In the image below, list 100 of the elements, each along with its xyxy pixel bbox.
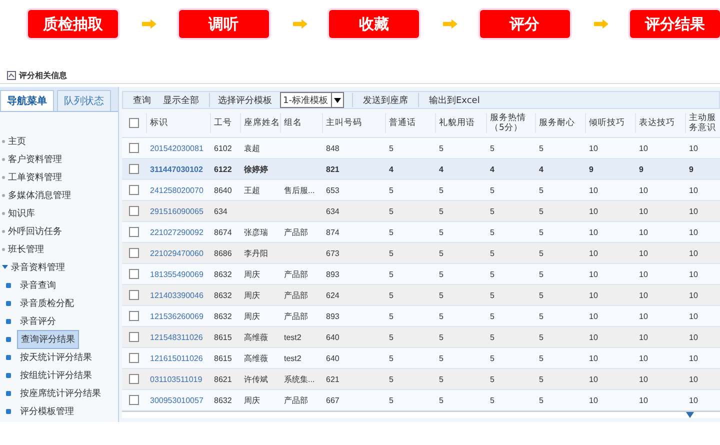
checkbox[interactable] (129, 353, 139, 363)
bullet-icon (6, 300, 11, 306)
table-cell: 产品部 (284, 396, 308, 404)
record-link[interactable]: 121536260069 (150, 312, 204, 320)
table-cell: 10 (689, 248, 698, 258)
bullet-icon (6, 318, 11, 324)
table-cell: 10 (589, 186, 598, 194)
bullet-icon (2, 230, 5, 232)
table-cell: 5 (439, 206, 444, 216)
record-link[interactable]: 121403390046 (150, 290, 204, 300)
checkbox[interactable] (129, 206, 139, 216)
checkbox[interactable] (129, 164, 139, 174)
toolbar-button[interactable]: 显示全部 (161, 94, 201, 106)
template-select[interactable]: 1-标准模板 (280, 92, 344, 108)
table-cell: 5 (539, 228, 544, 236)
checkbox[interactable] (129, 395, 139, 405)
menu-item[interactable]: 按座席统计评分结果 (17, 384, 104, 402)
record-link[interactable]: 291516090065 (150, 206, 204, 216)
menu-item[interactable]: 工单资料管理 (8, 170, 62, 184)
checkbox[interactable] (129, 227, 139, 237)
table-cell: 893 (326, 270, 340, 278)
table-cell: test2 (284, 354, 302, 362)
menu-item[interactable]: 按天统计评分结果 (17, 348, 95, 366)
table-cell: 5 (539, 290, 544, 300)
column-header[interactable]: 服务热情（5分） (490, 113, 535, 133)
table-cell: 4 (439, 164, 444, 174)
column-header[interactable]: 倾听技巧 (589, 118, 625, 128)
table-cell: 系统集... (284, 374, 315, 384)
table-cell: 5 (539, 374, 544, 384)
column-header[interactable]: 主叫号码 (326, 118, 362, 128)
column-header[interactable]: 座席姓名 (244, 118, 280, 128)
menu-item[interactable]: 录音质检分配 (17, 294, 77, 312)
table-cell: 10 (689, 228, 698, 236)
menu-item[interactable]: 班长管理 (8, 242, 44, 256)
record-link[interactable]: 121615011026 (150, 354, 203, 362)
table-cell: 10 (639, 354, 648, 362)
record-link[interactable]: 181355490069 (150, 270, 204, 278)
record-link[interactable]: 300953010057 (150, 396, 204, 404)
table-cell: 8615 (214, 354, 232, 362)
record-link[interactable]: 221029470060 (150, 248, 204, 258)
column-header[interactable]: 主动服务意识 (689, 113, 720, 133)
checkbox[interactable] (129, 290, 139, 300)
menu-item[interactable]: 录音资料管理 (11, 260, 65, 274)
bullet-icon (6, 372, 11, 378)
column-header[interactable]: 普通话 (389, 118, 416, 128)
table-cell: 10 (689, 374, 698, 384)
expand-icon[interactable] (2, 265, 8, 269)
table-cell: 5 (439, 270, 444, 278)
table-cell: 848 (326, 144, 340, 152)
checkbox[interactable] (129, 269, 139, 279)
toolbar-button[interactable]: 查询 (131, 94, 153, 106)
record-link[interactable]: 031103511019 (150, 374, 202, 384)
menu-item[interactable]: 评分模板管理 (17, 402, 77, 420)
table-cell: 10 (689, 206, 698, 216)
table-cell: 5 (389, 186, 394, 194)
column-header[interactable]: 工号 (214, 118, 232, 128)
table-cell: 5 (389, 144, 394, 152)
record-link[interactable]: 311447030102 (150, 164, 203, 174)
table-cell: 10 (589, 228, 598, 236)
toolbar-button[interactable]: 输出到Excel (426, 94, 482, 106)
menu-item[interactable]: 录音评分 (17, 312, 59, 330)
table-cell: 5 (490, 332, 494, 342)
table-cell: 8615 (214, 332, 232, 342)
column-header[interactable]: 标识 (150, 118, 168, 128)
record-link[interactable]: 121548311026 (150, 332, 203, 342)
menu-item[interactable]: 多媒体消息管理 (8, 188, 71, 202)
record-link[interactable]: 221027290092 (150, 228, 204, 236)
checkbox[interactable] (129, 185, 139, 195)
column-header[interactable]: 表达技巧 (639, 118, 675, 128)
menu-item[interactable]: 主页 (8, 134, 26, 148)
table-cell: 8674 (214, 228, 232, 236)
toolbar-button[interactable]: 发送到座席 (360, 94, 410, 106)
table-cell: 10 (589, 248, 598, 258)
column-header[interactable]: 服务耐心 (539, 118, 575, 128)
table-cell: 周庆 (244, 290, 260, 300)
sidebar-tab[interactable]: 导航菜单 (0, 90, 54, 111)
record-link[interactable]: 241258020070 (150, 186, 204, 194)
sidebar-tab[interactable]: 队列状态 (57, 90, 111, 111)
checkbox[interactable] (129, 248, 139, 258)
menu-item[interactable]: 外呼回访任务 (8, 224, 62, 238)
checkbox[interactable] (129, 374, 139, 384)
checkbox[interactable] (129, 332, 139, 342)
menu-item[interactable]: 客户资料管理 (8, 152, 62, 166)
scroll-arrow-icon[interactable] (686, 412, 694, 418)
checkbox[interactable] (129, 311, 139, 321)
menu-item[interactable]: 按组统计评分结果 (17, 366, 95, 384)
table-cell: 5 (539, 270, 544, 278)
column-header[interactable]: 礼貌用语 (439, 118, 475, 128)
table-cell: 10 (639, 332, 648, 342)
bullet-icon (6, 408, 11, 414)
record-link[interactable]: 201542030081 (150, 144, 204, 152)
menu-item[interactable]: 录音查询 (17, 276, 59, 294)
menu-item[interactable]: 查询评分结果 (17, 330, 79, 348)
bullet-icon (6, 336, 11, 342)
table-cell: 周庆 (244, 270, 260, 278)
column-header[interactable]: 组名 (284, 118, 302, 128)
menu-item[interactable]: 知识库 (8, 206, 35, 220)
checkbox[interactable] (129, 143, 139, 153)
table-cell: 5 (539, 396, 544, 404)
checkbox[interactable] (129, 118, 139, 128)
